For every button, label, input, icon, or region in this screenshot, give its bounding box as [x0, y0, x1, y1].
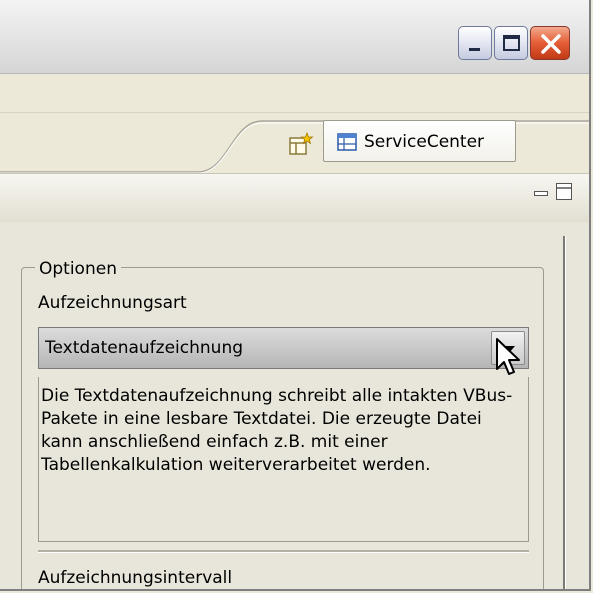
close-icon	[541, 34, 561, 54]
dropdown-button[interactable]	[491, 331, 525, 365]
view-minimize-icon[interactable]	[534, 191, 548, 197]
open-perspective-icon[interactable]	[288, 132, 314, 158]
recording-type-label: Aufzeichnungsart	[38, 293, 187, 313]
close-button[interactable]	[530, 26, 570, 60]
chevron-down-icon	[503, 346, 515, 353]
application-window: ServiceCenter Optionen Aufzeichnungsart …	[0, 0, 591, 591]
recording-type-value: Textdatenaufzeichnung	[45, 338, 244, 358]
recording-interval-label: Aufzeichnungsintervall	[38, 568, 233, 588]
section-divider	[38, 550, 529, 552]
table-grid-icon	[337, 133, 357, 151]
recording-type-description-box: Die Textdatenaufzeichnung schreibt alle …	[38, 377, 529, 542]
minimize-button[interactable]	[458, 26, 492, 60]
options-group-label: Optionen	[35, 258, 121, 280]
maximize-icon	[503, 35, 520, 51]
recording-type-description: Die Textdatenaufzeichnung schreibt alle …	[41, 386, 513, 475]
maximize-button[interactable]	[494, 26, 528, 60]
perspective-servicecenter-button[interactable]: ServiceCenter	[323, 120, 516, 162]
perspective-label: ServiceCenter	[364, 132, 485, 152]
minimize-icon	[469, 48, 480, 51]
view-maximize-icon[interactable]	[556, 183, 572, 201]
vertical-separator	[563, 236, 565, 589]
recording-type-select[interactable]: Textdatenaufzeichnung	[38, 327, 529, 369]
title-bar	[0, 0, 589, 74]
menu-bar	[0, 74, 589, 113]
view-header	[0, 173, 589, 223]
